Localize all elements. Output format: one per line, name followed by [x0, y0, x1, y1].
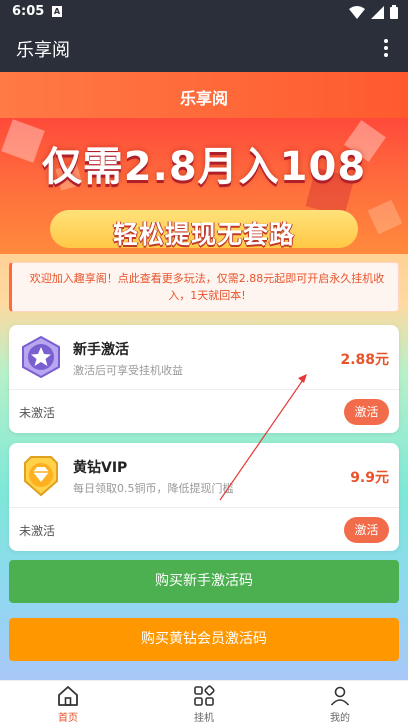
- notice-text: 欢迎加入趣享阁！点此查看更多玩法，仅需2.88元起即可开启永久挂机收入，1天就回…: [29, 272, 385, 302]
- card-title: 黄钻VIP: [73, 460, 128, 476]
- notice-box[interactable]: 欢迎加入趣享阁！点此查看更多玩法，仅需2.88元起即可开启永久挂机收入，1天就回…: [9, 262, 399, 312]
- banner-pill-text: 轻松提现无套路: [112, 220, 295, 249]
- newbie-activation-card: 新手激活 激活后可享受挂机收益 2.88元 未激活 激活: [9, 325, 399, 433]
- battery-icon: [390, 5, 398, 19]
- apps-grid-icon: [194, 685, 215, 706]
- activate-button[interactable]: 激活: [344, 517, 389, 543]
- nav-label-home: 首页: [58, 713, 78, 724]
- more-vertical-icon[interactable]: [376, 38, 396, 58]
- card-status: 未激活: [19, 524, 56, 538]
- nav-label-idle: 挂机: [194, 713, 214, 724]
- nav-item-idle[interactable]: 挂机: [136, 681, 272, 725]
- status-indicators: [349, 5, 398, 19]
- activate-button[interactable]: 激活: [344, 399, 389, 425]
- app-title: 乐享阅: [16, 40, 70, 61]
- home-icon: [58, 686, 78, 706]
- status-time: 6:05: [12, 4, 45, 19]
- card-divider: [9, 507, 399, 508]
- card-price: 2.88元: [340, 352, 389, 368]
- card-divider: [9, 389, 399, 390]
- status-bar: 6:05 A: [0, 0, 408, 24]
- card-description: 激活后可享受挂机收益: [73, 364, 183, 377]
- nav-item-home[interactable]: 首页: [0, 681, 136, 725]
- banner-pill: 轻松提现无套路: [50, 210, 358, 249]
- user-icon: [330, 686, 350, 706]
- nav-item-mine[interactable]: 我的: [272, 681, 408, 725]
- page-title: 乐享阅: [179, 89, 228, 108]
- buy-newbie-code-button[interactable]: 购买新手激活码: [9, 560, 399, 603]
- buy-vip-code-button[interactable]: 购买黄钻会员激活码: [9, 618, 399, 661]
- card-title: 新手激活: [73, 342, 129, 358]
- card-description: 每日领取0.5铜币，降低提现门槛: [73, 482, 234, 495]
- nav-label-mine: 我的: [330, 713, 350, 724]
- notification-icon: A: [52, 6, 62, 17]
- banner-headline: 仅需2.8月入108: [41, 144, 367, 190]
- card-price: 9.9元: [350, 470, 389, 486]
- main-content: 乐享阅 仅需2.8月入108 轻松提现无套路 欢迎加入趣享阁！点此查看更多玩法，…: [0, 72, 408, 680]
- page-header: 乐享阅: [0, 72, 408, 118]
- card-status: 未激活: [19, 406, 56, 420]
- gold-diamond-badge-icon: [24, 456, 58, 497]
- purple-star-badge-icon: [22, 335, 60, 379]
- wifi-icon: [349, 5, 365, 19]
- bottom-navigation: 首页 挂机 我的: [0, 680, 408, 725]
- app-bar: 乐享阅: [0, 24, 408, 72]
- gold-vip-card: 黄钻VIP 每日领取0.5铜币，降低提现门槛 9.9元 未激活 激活: [9, 443, 399, 551]
- promo-banner[interactable]: 仅需2.8月入108 轻松提现无套路: [0, 118, 408, 254]
- signal-icon: [371, 5, 384, 19]
